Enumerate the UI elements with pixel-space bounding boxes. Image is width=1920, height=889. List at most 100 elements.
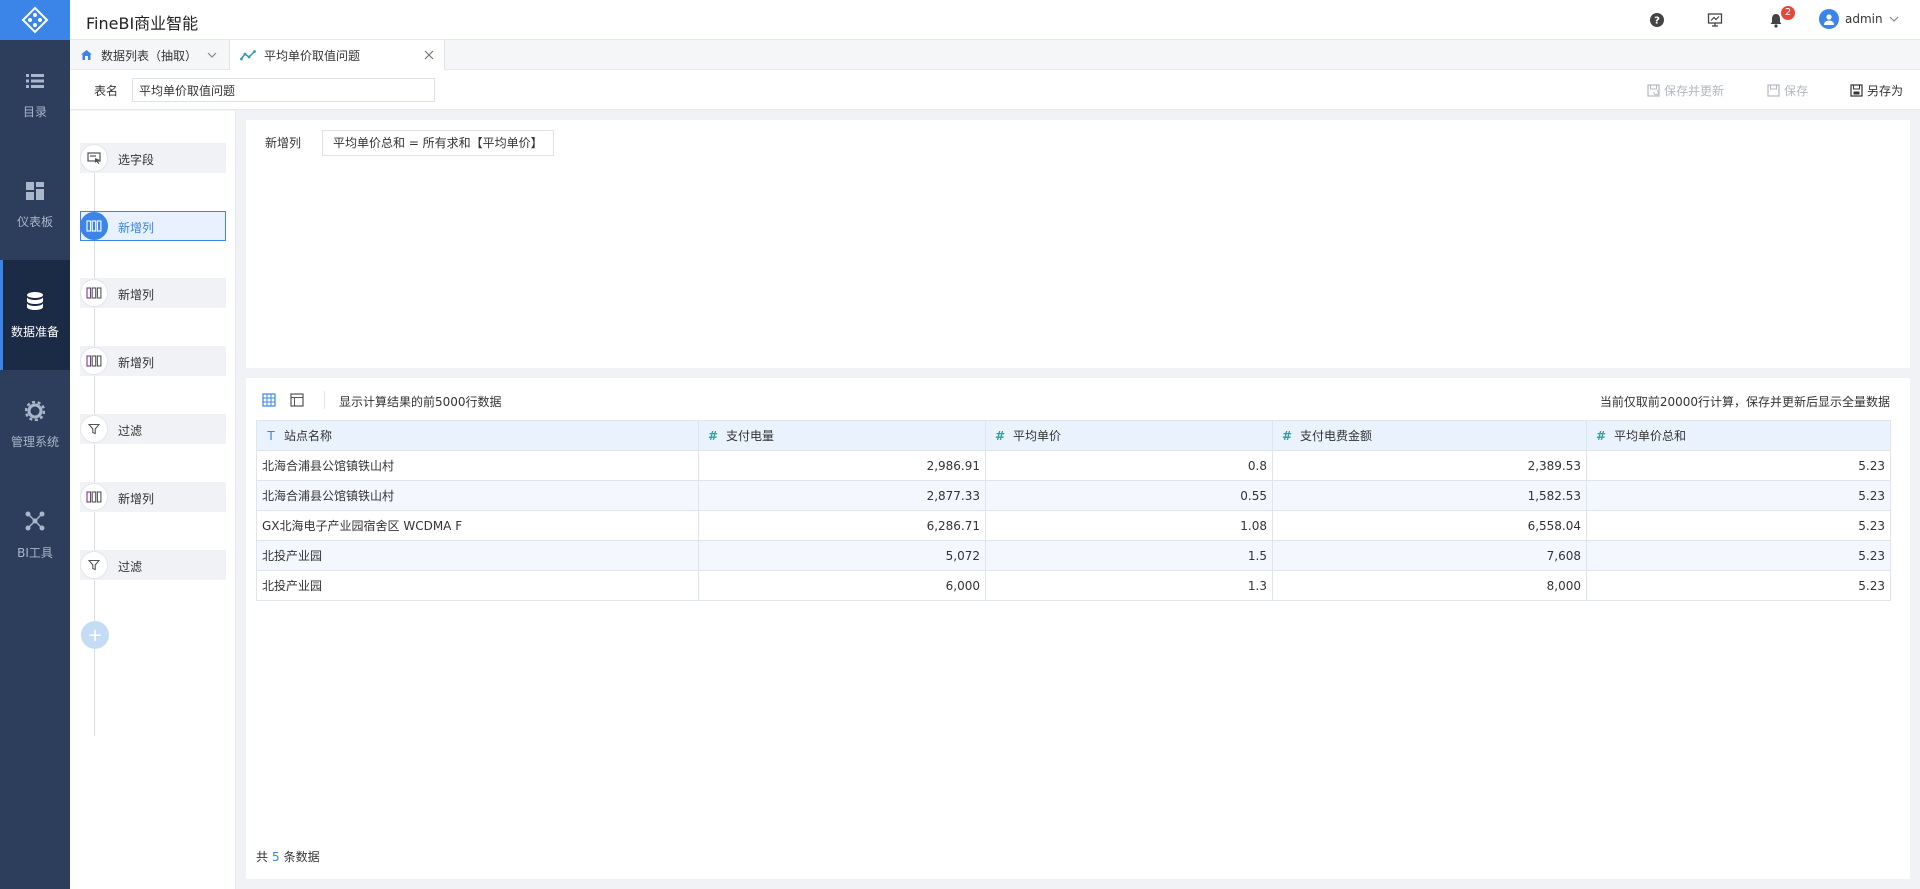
step-add-column-3[interactable]: 新增列 — [80, 346, 226, 376]
number-type-icon: # — [707, 429, 719, 443]
step-label: 选字段 — [118, 153, 155, 167]
gear-icon — [25, 400, 45, 421]
table-cell: 5.23 — [1586, 510, 1891, 541]
table-cell: 1.5 — [985, 540, 1273, 571]
config-label: 新增列 — [265, 136, 302, 150]
footer-suffix: 条数据 — [283, 850, 320, 864]
nav-bi-tools[interactable]: BI工具 — [0, 480, 70, 590]
add-step-button[interactable]: + — [81, 621, 109, 649]
table-cell: 1.08 — [985, 510, 1273, 541]
step-add-column-4[interactable]: 新增列 — [80, 482, 226, 512]
chevron-down-icon[interactable] — [207, 52, 217, 58]
add-column-icon — [80, 483, 108, 511]
user-icon — [1824, 14, 1834, 25]
presentation-icon[interactable] — [1706, 11, 1724, 29]
formula-box[interactable]: 平均单价总和 = 所有求和【平均单价】 — [322, 130, 554, 156]
number-type-icon: # — [1281, 429, 1293, 443]
table-header-row: T 站点名称 # 支付电量 # 平均单价 # 支付电费金额 # 平均单价总和 — [256, 420, 1891, 451]
column-name: 支付电费金额 — [1300, 429, 1373, 443]
data-table: T 站点名称 # 支付电量 # 平均单价 # 支付电费金额 # 平均单价总和 北海合浦县公… — [256, 420, 1891, 601]
row-count-footer: 共 5 条数据 — [256, 848, 320, 865]
step-filter-2[interactable]: 过滤 — [80, 550, 226, 580]
step-filter-1[interactable]: 过滤 — [80, 414, 226, 444]
app-title: FineBI商业智能 — [86, 14, 199, 33]
table-cell: 2,877.33 — [698, 480, 986, 511]
step-label: 新增列 — [118, 492, 155, 506]
step-label: 过滤 — [118, 424, 143, 438]
data-info-text: 显示计算结果的前5000行数据 — [339, 395, 502, 409]
nav-dashboard[interactable]: 仪表板 — [0, 150, 70, 260]
close-icon[interactable] — [424, 50, 434, 60]
column-header[interactable]: # 支付电费金额 — [1272, 420, 1587, 451]
table-cell: 5,072 — [698, 540, 986, 571]
step-select-fields[interactable]: 选字段 — [80, 143, 226, 173]
table-cell: 5.23 — [1586, 450, 1891, 481]
save-button[interactable]: 保存 — [1767, 82, 1808, 99]
table-row: 北投产业园 5,072 1.5 7,608 5.23 — [256, 540, 1891, 571]
nav-data-prep-label: 数据准备 — [10, 324, 59, 339]
top-header: FineBI商业智能 ? 2 admin — [70, 0, 1920, 40]
config-panel: 新增列 平均单价总和 = 所有求和【平均单价】 — [246, 120, 1910, 368]
table-name-label: 表名 — [94, 84, 119, 98]
table-cell: 1,582.53 — [1272, 480, 1587, 511]
column-name: 站点名称 — [284, 429, 333, 443]
column-header[interactable]: # 支付电量 — [698, 420, 986, 451]
table-cell: 0.8 — [985, 450, 1273, 481]
tab-avg-price[interactable]: 平均单价取值问题 — [230, 40, 445, 70]
column-name: 平均单价 — [1013, 429, 1062, 443]
tab-bar: 数据列表（抽取） 平均单价取值问题 — [70, 40, 1920, 70]
tab-data-list-label: 数据列表（抽取） — [101, 48, 198, 63]
column-header[interactable]: # 平均单价 — [985, 420, 1273, 451]
table-cell: 5.23 — [1586, 570, 1891, 601]
nav-dashboard-label: 仪表板 — [16, 214, 53, 229]
help-icon[interactable]: ? — [1648, 11, 1666, 29]
save-label: 保存 — [1784, 84, 1809, 98]
save-update-icon — [1647, 84, 1660, 97]
layout-view-icon[interactable] — [288, 391, 306, 409]
list-icon — [26, 73, 44, 88]
save-as-label: 另存为 — [1867, 84, 1904, 98]
table-view-icon[interactable] — [260, 391, 278, 409]
table-row: 北海合浦县公馆镇铁山村 2,877.33 0.55 1,582.53 5.23 — [256, 480, 1891, 511]
table-row: GX北海电子产业园宿舍区 WCDMA F 6,286.71 1.08 6,558… — [256, 510, 1891, 541]
column-name: 支付电量 — [726, 429, 775, 443]
line-chart-icon — [240, 49, 256, 61]
table-cell: 6,558.04 — [1272, 510, 1587, 541]
column-header[interactable]: T 站点名称 — [256, 420, 699, 451]
table-cell: 8,000 — [1272, 570, 1587, 601]
notification-badge: 2 — [1781, 6, 1795, 20]
nav-data-prep[interactable]: 数据准备 — [0, 260, 70, 370]
nav-catalog[interactable]: 目录 — [0, 40, 70, 150]
table-row: 北海合浦县公馆镇铁山村 2,986.91 0.8 2,389.53 5.23 — [256, 450, 1891, 481]
left-nav: 目录 仪表板 数据准备 管理系统 BI工具 — [0, 0, 70, 889]
step-label: 新增列 — [118, 288, 155, 302]
step-label: 新增列 — [118, 221, 155, 235]
save-icon — [1767, 84, 1780, 97]
table-name-input[interactable] — [132, 78, 435, 102]
footer-count: 5 — [272, 850, 280, 864]
step-add-column-2[interactable]: 新增列 — [80, 278, 226, 308]
table-cell: 2,389.53 — [1272, 450, 1587, 481]
user-menu[interactable]: admin — [1819, 9, 1899, 29]
table-cell: 7,608 — [1272, 540, 1587, 571]
nav-management[interactable]: 管理系统 — [0, 370, 70, 480]
select-fields-icon — [80, 144, 108, 172]
text-type-icon: T — [267, 429, 275, 443]
nav-bi-tools-label: BI工具 — [17, 545, 53, 560]
user-name: admin — [1845, 12, 1883, 26]
table-cell: 2,986.91 — [698, 450, 986, 481]
save-as-button[interactable]: 另存为 — [1850, 82, 1903, 99]
filter-icon — [80, 415, 108, 443]
tab-avg-price-label: 平均单价取值问题 — [264, 48, 361, 63]
add-column-icon — [80, 347, 108, 375]
table-cell: GX北海电子产业园宿舍区 WCDMA F — [256, 510, 699, 541]
steps-connector-line — [94, 156, 95, 736]
save-update-button[interactable]: 保存并更新 — [1647, 82, 1724, 99]
step-add-column-1[interactable]: 新增列 — [80, 211, 226, 241]
database-icon — [27, 291, 43, 310]
table-name-row: 表名 保存并更新 保存 另存为 — [70, 70, 1920, 110]
fine-bi-logo[interactable] — [0, 0, 70, 40]
column-header[interactable]: # 平均单价总和 — [1586, 420, 1891, 451]
tab-data-list[interactable]: 数据列表（抽取） — [70, 40, 230, 70]
network-icon — [25, 511, 45, 530]
